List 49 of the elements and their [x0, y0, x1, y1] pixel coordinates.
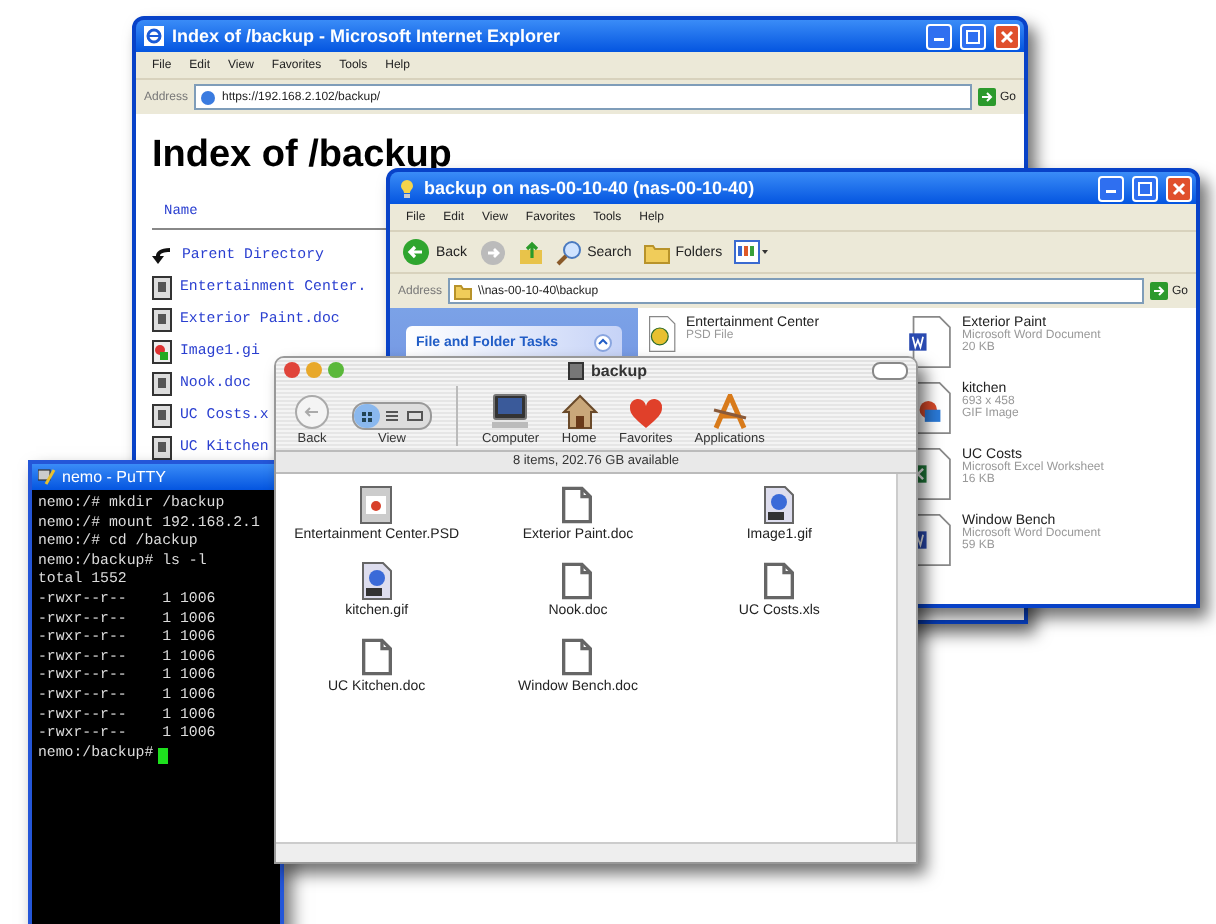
views-icon[interactable] [734, 240, 771, 264]
document-icon [764, 562, 795, 600]
document-icon [152, 308, 172, 332]
image-file-icon [360, 486, 393, 524]
document-icon [562, 638, 593, 676]
document-icon [562, 562, 593, 600]
image-file-icon [646, 316, 676, 352]
return-arrow-icon [152, 246, 174, 266]
toolbar-toggle-button[interactable] [872, 361, 908, 379]
close-button[interactable] [284, 362, 300, 378]
image-file-icon [361, 562, 392, 600]
heart-icon [627, 398, 664, 430]
document-icon [562, 486, 593, 524]
page-heading: Index of /backup [152, 134, 454, 178]
window-title: nemo - PuTTY [62, 468, 167, 486]
window-title: backup on nas-00-10-40 (nas-00-10-40) [424, 178, 757, 198]
folder-up-icon[interactable] [517, 239, 544, 265]
search-icon [555, 239, 582, 265]
document-icon [152, 276, 172, 300]
terminal-icon [38, 468, 56, 486]
minimize-button[interactable] [926, 23, 952, 49]
maximize-icon [966, 29, 980, 43]
close-button[interactable] [1166, 175, 1192, 201]
collapse-icon[interactable] [594, 333, 612, 351]
zoom-button[interactable] [328, 362, 344, 378]
close-button[interactable] [994, 23, 1020, 49]
image-icon [152, 340, 172, 364]
computer-icon [490, 394, 531, 430]
text-cursor [157, 747, 168, 764]
image-file-icon [764, 486, 795, 524]
drive-icon [568, 361, 585, 379]
window-title: backup [590, 361, 647, 379]
window-title: Index of /backup - Microsoft Internet Explorer [172, 26, 563, 46]
word-document-icon [908, 316, 952, 368]
close-icon [1000, 29, 1014, 43]
house-icon [561, 394, 598, 430]
maximize-button[interactable] [1132, 175, 1158, 201]
applications-icon [709, 394, 750, 430]
document-icon [361, 638, 392, 676]
minimize-button[interactable] [1098, 175, 1124, 201]
page-icon [200, 89, 217, 105]
maximize-icon [1138, 181, 1152, 195]
browser-icon [144, 26, 164, 46]
document-icon [152, 404, 172, 428]
maximize-button[interactable] [960, 23, 986, 49]
document-icon [152, 372, 172, 396]
document-icon [152, 436, 172, 460]
close-icon [1172, 181, 1186, 195]
view-mode-icon [352, 402, 432, 430]
